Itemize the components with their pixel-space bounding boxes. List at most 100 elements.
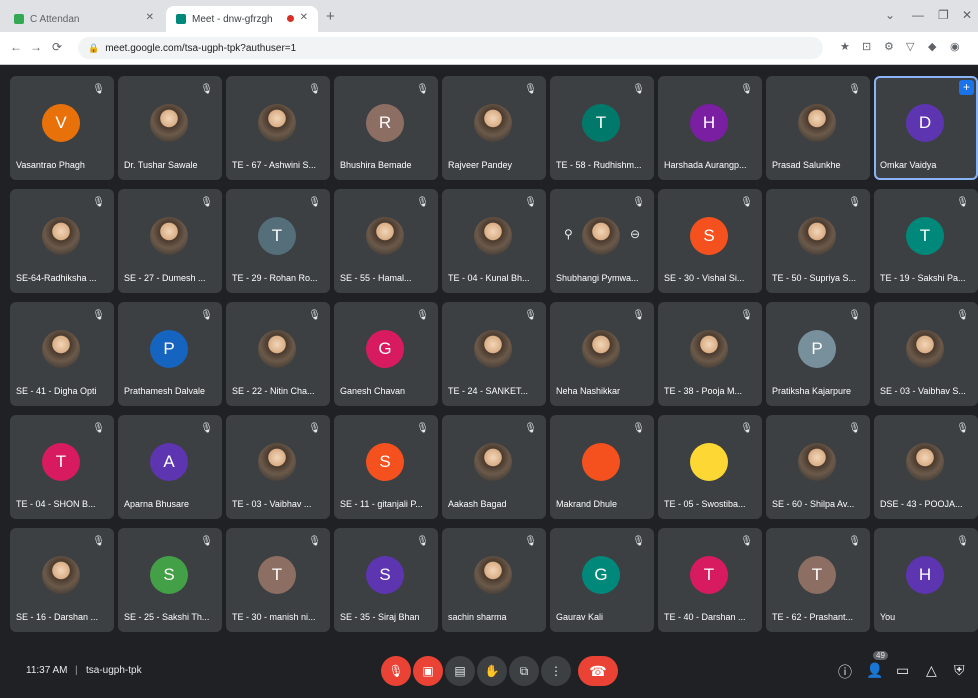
participant-tile[interactable]: 🎙 V Vasantrao Phagh xyxy=(10,76,114,180)
participant-tile[interactable]: 🎙 ⚲ ⊖ Shubhangi Pymwa... xyxy=(550,189,654,293)
extension-icon[interactable]: ◆ xyxy=(928,40,936,53)
participant-tile[interactable]: 🎙 Neha Nashikkar xyxy=(550,302,654,406)
participant-tile[interactable]: 🎙 S SE - 35 - Siraj Bhan xyxy=(334,528,438,632)
participant-tile[interactable]: 🎙 SE-64-Radhiksha ... xyxy=(10,189,114,293)
participant-tile[interactable]: 🎙 Aakash Bagad xyxy=(442,415,546,519)
tab-close-icon[interactable]: ✕ xyxy=(146,12,154,23)
participant-tile[interactable]: 🎙 sachin sharma xyxy=(442,528,546,632)
chat-icon[interactable]: ▭ xyxy=(896,662,909,679)
browser-tab-meet[interactable]: Meet - dnw-gfrzgh ✕ xyxy=(166,6,318,32)
participant-avatar: S xyxy=(366,556,404,594)
participant-tile[interactable]: 🎙 Prasad Salunkhe xyxy=(766,76,870,180)
participant-name: You xyxy=(880,612,896,622)
participant-tile[interactable]: 🎙 T TE - 58 - Rudhishm... xyxy=(550,76,654,180)
participant-tile[interactable]: 🎙 P Pratiksha Kajarpure xyxy=(766,302,870,406)
participant-avatar xyxy=(150,217,188,255)
present-screen-icon: ⧉ xyxy=(519,663,529,678)
tab-close-icon[interactable]: ✕ xyxy=(300,12,308,23)
mic-muted-icon: 🎙 xyxy=(848,197,861,208)
participant-tile[interactable]: 🎙 T TE - 62 - Prashant... xyxy=(766,528,870,632)
activities-icon[interactable]: △ xyxy=(926,662,937,679)
reload-icon[interactable]: ⟳ xyxy=(52,40,62,54)
participant-tile[interactable]: 🎙 T TE - 19 - Sakshi Pa... xyxy=(874,189,978,293)
forward-icon[interactable]: → xyxy=(30,40,42,54)
captions-button[interactable]: ▤ xyxy=(445,656,475,686)
participant-tile[interactable]: 🎙 H Harshada Aurangp... xyxy=(658,76,762,180)
participant-tile[interactable]: 🎙 G Gaurav Kali xyxy=(550,528,654,632)
host-controls-icon[interactable]: ⛨ xyxy=(954,662,965,679)
new-tab-button[interactable]: + xyxy=(326,8,335,25)
participant-tile[interactable]: 🎙 TE - 24 - SANKET... xyxy=(442,302,546,406)
extension-icon[interactable]: ⊡ xyxy=(862,40,871,53)
participant-tile[interactable]: 🎙 S SE - 30 - Vishal Si... xyxy=(658,189,762,293)
remove-participant-icon[interactable]: ⊖ xyxy=(630,227,640,241)
tab-search-icon[interactable]: ⌄ xyxy=(885,8,895,22)
participant-name: SE - 30 - Vishal Si... xyxy=(664,273,745,283)
participant-tile[interactable]: 🎙 SE - 27 - Dumesh ... xyxy=(118,189,222,293)
participant-tile[interactable]: 🎙 H You xyxy=(874,528,978,632)
participant-tile[interactable]: 🎙 SE - 03 - Vaibhav S... xyxy=(874,302,978,406)
participant-avatar xyxy=(258,330,296,368)
participant-tile[interactable]: 🎙 SE - 60 - Shilpa Av... xyxy=(766,415,870,519)
participant-tile[interactable]: 🎙 R Bhushira Bemade xyxy=(334,76,438,180)
participant-tile[interactable]: 🎙 T TE - 29 - Rohan Ro... xyxy=(226,189,330,293)
profile-avatar-icon[interactable]: ◉ xyxy=(950,40,960,53)
participant-name: TE - 04 - Kunal Bh... xyxy=(448,273,530,283)
mic-muted-icon: 🎙 xyxy=(416,536,429,547)
participant-tile[interactable]: 🎙+DOmkar Vaidya xyxy=(874,76,978,180)
more-options-button[interactable]: ⋮ xyxy=(541,656,571,686)
extension-icon[interactable]: ▽ xyxy=(906,40,914,53)
present-button[interactable]: ⧉ xyxy=(509,656,539,686)
people-icon[interactable]: 👤 xyxy=(866,662,883,679)
participant-avatar xyxy=(42,217,80,255)
participant-avatar xyxy=(474,556,512,594)
meeting-info-icon[interactable]: ⓘ xyxy=(838,662,852,682)
camera-toggle-button[interactable]: ▣ xyxy=(413,656,443,686)
end-call-button[interactable]: ☎ xyxy=(578,656,618,686)
participant-tile[interactable]: 🎙 S SE - 25 - Sakshi Th... xyxy=(118,528,222,632)
pin-icon[interactable]: + xyxy=(959,80,974,95)
participant-tile[interactable]: 🎙 Makrand Dhule xyxy=(550,415,654,519)
participant-name: Aakash Bagad xyxy=(448,499,507,509)
participant-tile[interactable]: 🎙 TE - 05 - Swostiba... xyxy=(658,415,762,519)
participant-tile[interactable]: 🎙 TE - 67 - Ashwini S... xyxy=(226,76,330,180)
bookmark-star-icon[interactable]: ★ xyxy=(840,40,850,53)
participant-tile[interactable]: 🎙 SE - 16 - Darshan ... xyxy=(10,528,114,632)
participant-tile[interactable]: 🎙 S SE - 11 - gitanjali P... xyxy=(334,415,438,519)
participant-name: SE - 60 - Shilpa Av... xyxy=(772,499,855,509)
pin-tile-icon[interactable]: ⚲ xyxy=(564,227,573,241)
participant-tile[interactable]: 🎙 T TE - 30 - manish ni... xyxy=(226,528,330,632)
url-input[interactable]: 🔒 meet.google.com/tsa-ugph-tpk?authuser=… xyxy=(78,37,823,59)
minimize-button[interactable]: — xyxy=(912,8,924,22)
participant-tile[interactable]: 🎙 P Prathamesh Dalvale xyxy=(118,302,222,406)
mic-toggle-button[interactable]: 🎙 xyxy=(381,656,411,686)
participant-tile[interactable]: 🎙 DSE - 43 - POOJA... xyxy=(874,415,978,519)
participant-tile[interactable]: 🎙 T TE - 40 - Darshan ... xyxy=(658,528,762,632)
participant-avatar: D xyxy=(906,104,944,142)
meet-favicon-icon xyxy=(176,14,186,24)
participant-tile[interactable]: 🎙 T TE - 04 - SHON B... xyxy=(10,415,114,519)
participant-name: Shubhangi Pymwa... xyxy=(556,273,639,283)
maximize-button[interactable]: ❐ xyxy=(938,8,949,22)
participant-tile[interactable]: 🎙 TE - 50 - Supriya S... xyxy=(766,189,870,293)
participant-tile[interactable]: 🎙 G Ganesh Chavan xyxy=(334,302,438,406)
raise-hand-button[interactable]: ✋ xyxy=(477,656,507,686)
browser-tab-attendance[interactable]: C Attendan ✕ xyxy=(4,6,164,32)
back-icon[interactable]: ← xyxy=(10,40,22,54)
participant-tile[interactable]: 🎙 TE - 04 - Kunal Bh... xyxy=(442,189,546,293)
participant-tile[interactable]: 🎙 SE - 22 - Nitin Cha... xyxy=(226,302,330,406)
participant-tile[interactable]: 🎙 TE - 03 - Vaibhav ... xyxy=(226,415,330,519)
participant-tile[interactable]: 🎙 TE - 38 - Pooja M... xyxy=(658,302,762,406)
participant-tile[interactable]: 🎙 Dr. Tushar Sawale xyxy=(118,76,222,180)
extension-icon[interactable]: ⚙ xyxy=(884,40,894,53)
meeting-control-bar: 11:37 AM | tsa-ugph-tpk 🎙 ▣ ▤ ✋ ⧉ ⋮ ☎ ⓘ … xyxy=(0,648,978,698)
participant-tile[interactable]: 🎙 SE - 41 - Digha Opti xyxy=(10,302,114,406)
participant-tile[interactable]: 🎙 A Aparna Bhusare xyxy=(118,415,222,519)
participant-name: Bhushira Bemade xyxy=(340,160,412,170)
participant-tile[interactable]: 🎙 SE - 55 - Hamal... xyxy=(334,189,438,293)
participant-name: Omkar Vaidya xyxy=(880,160,937,170)
participant-avatar xyxy=(474,217,512,255)
participant-name: Neha Nashikkar xyxy=(556,386,621,396)
participant-tile[interactable]: 🎙 Rajveer Pandey xyxy=(442,76,546,180)
close-window-button[interactable]: ✕ xyxy=(962,8,972,22)
